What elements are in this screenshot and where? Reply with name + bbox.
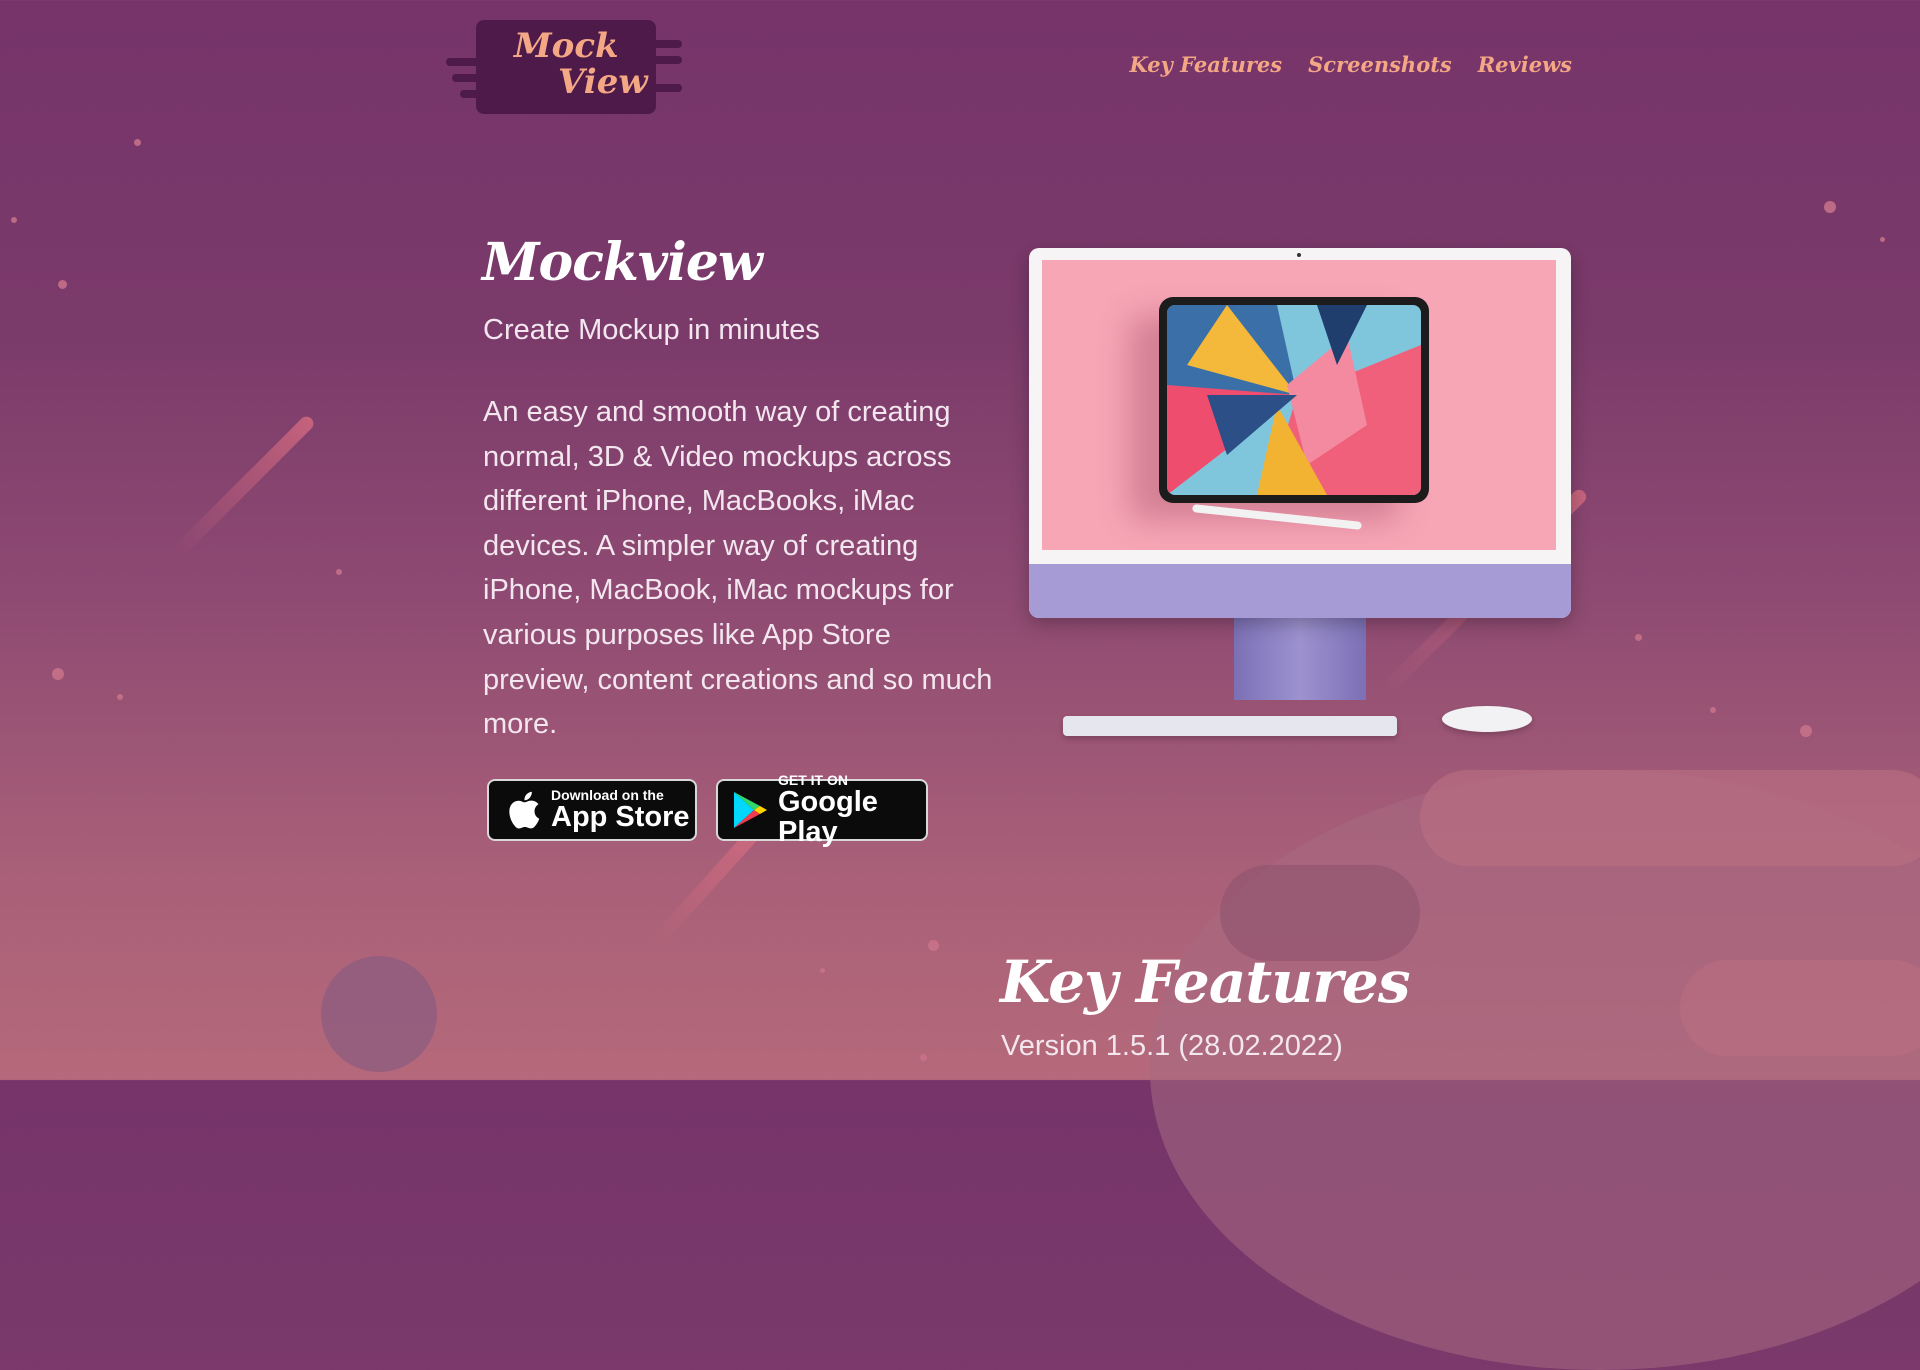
apple-icon — [507, 790, 541, 830]
nav-link-key-features[interactable]: Key Features — [1129, 52, 1282, 77]
ipad-mockup — [1159, 297, 1429, 503]
imac-mockup-image — [1029, 248, 1571, 738]
google-play-label: Google Play — [778, 786, 878, 848]
google-play-small-label: GET IT ON — [778, 772, 848, 788]
logo[interactable]: Mock View — [446, 18, 686, 114]
logo-text-mock: Mock — [514, 26, 619, 66]
key-features-heading: Key Features — [1000, 948, 1410, 1016]
google-play-button[interactable]: GET IT ON Google Play — [716, 773, 928, 847]
app-store-label: App Store — [551, 801, 690, 833]
logo-text-view: View — [558, 62, 648, 102]
version-text: Version 1.5.1 (28.02.2022) — [1001, 1030, 1343, 1062]
mouse — [1442, 706, 1532, 732]
keyboard — [1063, 716, 1397, 736]
google-play-icon — [732, 790, 768, 830]
nav-link-reviews[interactable]: Reviews — [1478, 52, 1572, 77]
app-store-button[interactable]: Download on the App Store — [487, 779, 697, 841]
app-store-small-label: Download on the — [551, 787, 664, 803]
hero-title: Mockview — [482, 232, 763, 293]
main-nav: Key Features Screenshots Reviews — [1129, 52, 1572, 77]
nav-link-screenshots[interactable]: Screenshots — [1308, 52, 1452, 77]
hero-tagline: Create Mockup in minutes — [483, 314, 820, 346]
hero-description: An easy and smooth way of creating norma… — [483, 396, 993, 741]
